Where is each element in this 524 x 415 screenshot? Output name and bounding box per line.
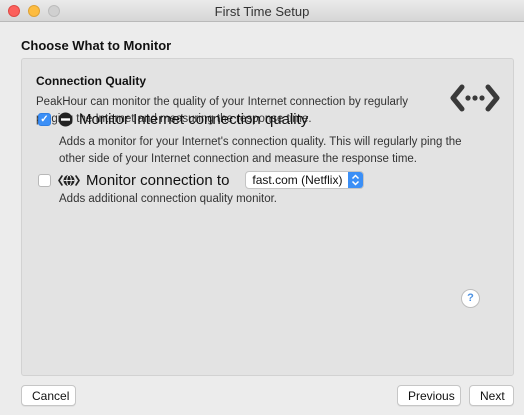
monitor-quality-checkbox[interactable]: ✓: [38, 113, 51, 126]
monitor-connection-checkbox[interactable]: [38, 173, 51, 187]
monitor-quality-description: Adds a monitor for your Internet's conne…: [59, 136, 462, 165]
next-button[interactable]: Next: [469, 385, 514, 406]
section-title: Connection Quality: [36, 74, 147, 88]
window-title: First Time Setup: [214, 4, 310, 19]
monitor-quality-label: Monitor Internet connection quality: [79, 111, 309, 128]
connection-quality-icon: [58, 112, 73, 127]
monitor-connection-label: Monitor connection to: [86, 171, 230, 189]
option-monitor-connection[interactable]: Monitor connection to fast.com (Netflix): [38, 171, 365, 189]
previous-button[interactable]: Previous: [397, 385, 461, 406]
title-bar: First Time Setup: [0, 0, 524, 22]
checkmark-icon: ✓: [40, 113, 49, 125]
globe-ping-icon: [58, 174, 80, 186]
ping-arrows-icon: [450, 84, 500, 112]
page-heading: Choose What to Monitor: [21, 38, 172, 53]
monitor-connection-description: Adds additional connection quality monit…: [59, 193, 278, 205]
option-monitor-quality[interactable]: ✓ Monitor Internet connection quality: [38, 111, 308, 128]
select-arrows-icon: [348, 172, 364, 188]
target-host-value: fast.com (Netflix): [252, 173, 343, 187]
setup-window: First Time Setup Choose What to Monitor …: [0, 0, 524, 415]
cancel-button[interactable]: Cancel: [21, 385, 76, 406]
help-button[interactable]: ?: [461, 289, 480, 308]
content-panel: Connection Quality PeakHour can monitor …: [21, 58, 514, 376]
target-host-select[interactable]: fast.com (Netflix): [245, 171, 365, 189]
